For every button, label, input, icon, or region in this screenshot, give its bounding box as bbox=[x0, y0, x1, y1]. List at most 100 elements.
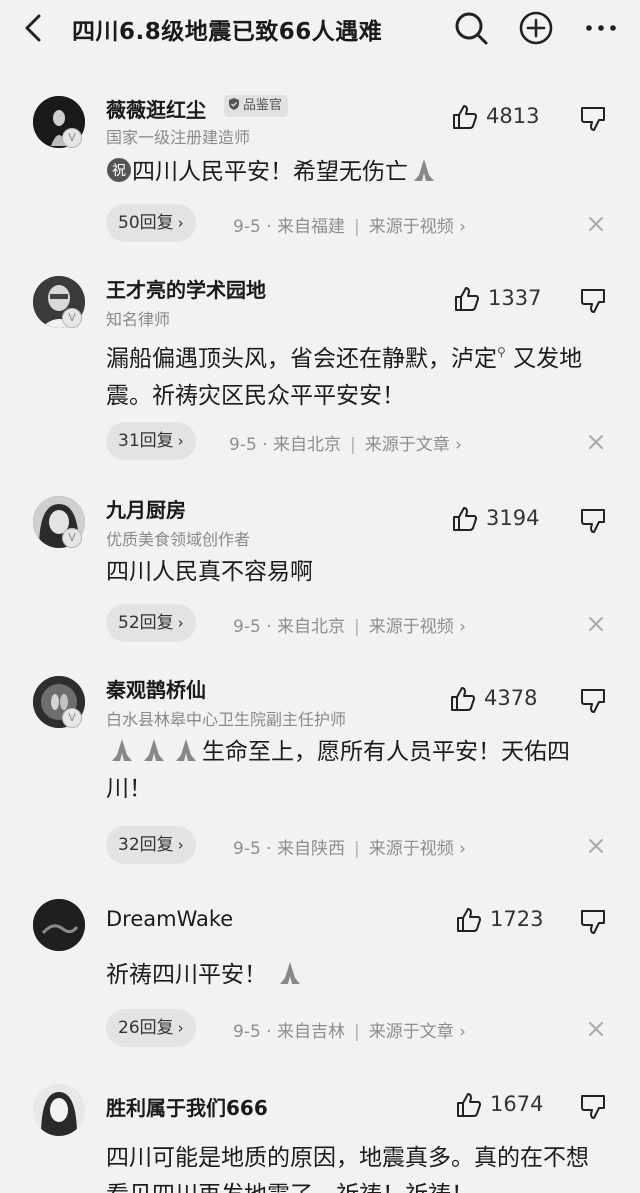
comment-text: 四川人民平安！希望无伤亡 bbox=[132, 159, 408, 185]
thumbs-up-icon bbox=[455, 287, 479, 311]
comment-text: 四川人民真不容易啊 bbox=[106, 559, 313, 585]
chevron-right-icon: › bbox=[177, 214, 184, 232]
chevron-right-icon: › bbox=[177, 1019, 184, 1037]
replies-button[interactable]: 50回复 › bbox=[106, 204, 196, 242]
comment-location: 来自北京 bbox=[273, 435, 341, 455]
like-button[interactable]: 1337 bbox=[454, 284, 554, 314]
username[interactable]: DreamWake bbox=[106, 907, 233, 931]
user-title: 白水县林皋中心卫生院副主任护师 bbox=[106, 710, 347, 729]
user-title: 优质美食领域创作者 bbox=[106, 530, 251, 549]
avatar[interactable] bbox=[33, 1084, 85, 1136]
avatar[interactable] bbox=[33, 899, 85, 951]
thumbs-down-icon[interactable] bbox=[580, 288, 606, 314]
pray-emoji-icon bbox=[414, 159, 434, 181]
thumbs-up-icon bbox=[457, 1093, 481, 1117]
comment-date: 9-5 bbox=[233, 1022, 261, 1042]
comment-content: 生命至上，愿所有人员平安！天佑四川！ bbox=[106, 734, 602, 808]
close-icon[interactable] bbox=[586, 614, 606, 634]
replies-count: 52回复 bbox=[118, 613, 174, 633]
thumbs-down-icon[interactable] bbox=[580, 106, 606, 132]
comment-content: 祝四川人民平安！希望无伤亡 bbox=[106, 154, 606, 191]
thumbs-down-icon[interactable] bbox=[580, 508, 606, 534]
like-button[interactable]: 3194 bbox=[452, 504, 552, 534]
source-label: 来源于文章 bbox=[368, 1022, 454, 1042]
verified-icon: V bbox=[62, 128, 82, 148]
close-icon[interactable] bbox=[586, 1019, 606, 1039]
like-button[interactable]: 4813 bbox=[452, 102, 552, 132]
comment-content: 四川人民真不容易啊 bbox=[106, 554, 606, 591]
comment-item: 胜利属于我们666 1674 四川可能是地质的原因，地震真多。真的在不想看见四川… bbox=[0, 1078, 640, 1193]
pray-emoji-icon bbox=[176, 739, 196, 761]
chevron-right-icon: › bbox=[177, 836, 184, 854]
source-label: 来源于视频 bbox=[368, 217, 454, 237]
verified-icon: V bbox=[62, 528, 82, 548]
username[interactable]: 秦观鹊桥仙 bbox=[106, 674, 206, 703]
replies-count: 26回复 bbox=[118, 1018, 174, 1038]
comment-meta: 9-5 · 来自北京 | 来源于文章 › bbox=[229, 435, 462, 455]
like-count: 4813 bbox=[486, 104, 540, 128]
divider: | bbox=[354, 617, 360, 637]
divider: | bbox=[354, 1022, 360, 1042]
replies-count: 50回复 bbox=[118, 213, 174, 233]
source-link[interactable]: 来源于视频 › bbox=[369, 839, 466, 859]
replies-button[interactable]: 31回复 › bbox=[106, 422, 196, 460]
comment-meta: 9-5 · 来自福建 | 来源于视频 › bbox=[233, 217, 466, 237]
source-label: 来源于文章 bbox=[364, 435, 450, 455]
back-icon[interactable] bbox=[18, 12, 50, 44]
comment-date: 9-5 bbox=[233, 217, 261, 237]
like-button[interactable]: 1723 bbox=[456, 905, 556, 935]
thumbs-down-icon[interactable] bbox=[580, 909, 606, 935]
search-icon[interactable] bbox=[452, 9, 490, 47]
close-icon[interactable] bbox=[586, 214, 606, 234]
pray-emoji-icon bbox=[280, 962, 301, 984]
source-label: 来源于视频 bbox=[368, 617, 454, 637]
blessing-emoji-text: 祝 bbox=[112, 163, 126, 179]
source-link[interactable]: 来源于视频 › bbox=[369, 617, 466, 637]
comment-date: 9-5 bbox=[233, 617, 261, 637]
comment-text: 漏船偏遇顶头风，省会还在静默，泸定 bbox=[106, 346, 497, 372]
comment-meta: 9-5 · 来自吉林 | 来源于文章 › bbox=[233, 1022, 466, 1042]
username[interactable]: 薇薇逛红尘 bbox=[106, 94, 206, 123]
comment-item: DreamWake 1723 祈祷四川平安！ 26回复 › 9-5 · 来自吉林 |… bbox=[0, 895, 640, 1055]
like-count: 4378 bbox=[484, 686, 538, 710]
more-icon[interactable] bbox=[582, 9, 620, 47]
replies-button[interactable]: 52回复 › bbox=[106, 604, 196, 642]
divider: | bbox=[354, 217, 360, 237]
shield-icon bbox=[229, 98, 239, 110]
comment-content: 祈祷四川平安！ bbox=[106, 957, 606, 994]
replies-button[interactable]: 32回复 › bbox=[106, 826, 196, 864]
comment-location: 来自吉林 bbox=[277, 1022, 345, 1042]
source-link[interactable]: 来源于文章 › bbox=[365, 435, 462, 455]
verified-icon: V bbox=[62, 708, 82, 728]
replies-count: 31回复 bbox=[118, 431, 174, 451]
top-bar: 四川6.8级地震已致66人遇难 bbox=[0, 0, 640, 56]
comment-item: V 九月厨房 优质美食领域创作者 3194 四川人民真不容易啊 52回复 › 9-… bbox=[0, 490, 640, 650]
source-link[interactable]: 来源于视频 › bbox=[369, 217, 466, 237]
replies-button[interactable]: 26回复 › bbox=[106, 1009, 196, 1047]
thumbs-down-icon[interactable] bbox=[580, 688, 606, 714]
comment-location: 来自福建 bbox=[277, 217, 345, 237]
add-icon[interactable] bbox=[517, 9, 555, 47]
like-count: 1723 bbox=[490, 907, 544, 931]
close-icon[interactable] bbox=[586, 836, 606, 856]
comment-item: V 薇薇逛红尘 品鉴官 国家一级注册建造师 4813 祝四川人民平安！希望无伤亡… bbox=[0, 88, 640, 248]
search-hint-icon[interactable]: ⚲ bbox=[497, 334, 506, 371]
like-button[interactable]: 1674 bbox=[456, 1090, 556, 1120]
thumbs-up-icon bbox=[451, 687, 475, 711]
comment-date: 9-5 bbox=[233, 839, 261, 859]
username[interactable]: 王才亮的学术园地 bbox=[106, 274, 266, 303]
avatar-image bbox=[33, 899, 85, 951]
role-badge: 品鉴官 bbox=[224, 95, 289, 117]
like-button[interactable]: 4378 bbox=[450, 684, 550, 714]
username[interactable]: 九月厨房 bbox=[106, 494, 186, 523]
divider: | bbox=[350, 435, 356, 455]
source-link[interactable]: 来源于文章 › bbox=[369, 1022, 466, 1042]
like-count: 1337 bbox=[488, 286, 542, 310]
divider: | bbox=[354, 839, 360, 859]
page-title: 四川6.8级地震已致66人遇难 bbox=[72, 19, 383, 45]
thumbs-down-icon[interactable] bbox=[580, 1094, 606, 1120]
username[interactable]: 胜利属于我们666 bbox=[106, 1092, 268, 1121]
comment-location: 来自陕西 bbox=[277, 839, 345, 859]
close-icon[interactable] bbox=[586, 432, 606, 452]
user-title: 国家一级注册建造师 bbox=[106, 128, 251, 147]
